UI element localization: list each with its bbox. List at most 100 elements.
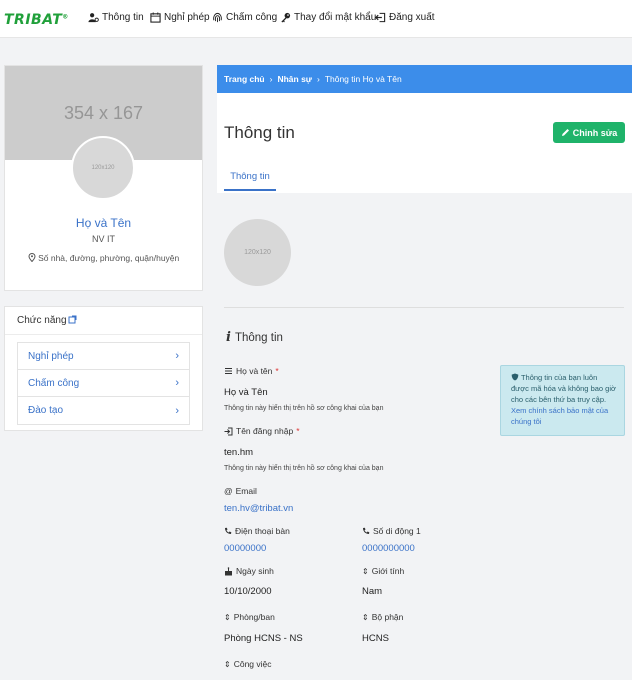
breadcrumb: Trang chủ › Nhân sự › Thông tin Họ và Tê…	[217, 65, 632, 93]
desk-phone-label-text: Điện thoại bàn	[235, 526, 290, 536]
tab-info[interactable]: Thông tin	[224, 163, 276, 191]
login-icon	[224, 427, 233, 435]
list-icon	[225, 368, 232, 374]
nav-item-label: Chấm công	[226, 12, 278, 23]
desk-phone-value[interactable]: 00000000	[224, 543, 266, 554]
mobile-value[interactable]: 0000000000	[362, 543, 415, 554]
desk-phone-label: Điện thoại bàn	[224, 526, 290, 536]
divider	[5, 334, 202, 335]
email-label-text: Email	[235, 486, 257, 496]
functions-title: Chức năng	[17, 315, 77, 326]
function-item-label: Đào tạo	[28, 405, 64, 416]
nav-item-label: Nghỉ phép	[164, 12, 210, 23]
department-label: ⇕ Bộ phận	[362, 612, 403, 622]
birthday-label: Ngày sinh	[224, 566, 274, 576]
tribat-logo[interactable]: TRIBAT®	[4, 12, 69, 28]
department-value: HCNS	[362, 633, 389, 644]
job-label: ⇕ Công việc	[224, 659, 272, 669]
nav-item-leave[interactable]: Nghỉ phép	[150, 12, 210, 23]
breadcrumb-separator: ›	[269, 74, 273, 84]
room-label-text: Phòng/ban	[233, 612, 275, 622]
function-item-timekeeping[interactable]: Chấm công ›	[18, 370, 189, 397]
sort-icon: ⇕	[362, 612, 369, 622]
breadcrumb-section[interactable]: Nhân sự	[277, 74, 312, 84]
section-title: i Thông tin	[226, 330, 283, 345]
logout-icon	[375, 12, 386, 23]
at-icon: @	[224, 486, 233, 496]
mobile-label: Số di động 1	[362, 526, 421, 536]
profile-role: NV IT	[91, 234, 115, 244]
functions-title-text: Chức năng	[17, 315, 67, 326]
phone-icon	[363, 527, 370, 534]
nav-item-label: Đăng xuất	[389, 12, 435, 23]
top-navbar: TRIBAT® Thông tin Nghỉ phép Chấm công Th…	[0, 0, 632, 38]
functions-list: Nghỉ phép › Chấm công › Đào tạo ›	[17, 342, 190, 425]
username-hint: Thông tin này hiển thị trên hồ sơ công k…	[224, 465, 384, 472]
nav-item-change-password[interactable]: Thay đổi mật khẩu	[280, 12, 376, 23]
info-icon: i	[226, 330, 231, 345]
required-mark: *	[296, 426, 300, 436]
sort-icon: ⇕	[224, 659, 231, 669]
full-name-label-text: Họ và tên	[236, 366, 273, 376]
breadcrumb-home[interactable]: Trang chủ	[224, 74, 265, 84]
nav-item-profile[interactable]: Thông tin	[88, 12, 144, 23]
functions-card: Chức năng Nghỉ phép › Chấm công › Đào tạo ›	[4, 306, 203, 431]
mobile-label-text: Số di động 1	[373, 526, 421, 536]
department-label-text: Bộ phận	[371, 612, 404, 622]
nav-item-timekeeping[interactable]: Chấm công	[212, 12, 277, 23]
email-label: @ Email	[224, 486, 257, 496]
map-marker-icon	[28, 252, 36, 263]
birthday-cake-icon	[225, 566, 232, 575]
chevron-right-icon: ›	[175, 350, 179, 362]
nav-item-label: Thông tin	[102, 12, 144, 23]
user-gear-icon	[88, 13, 99, 23]
function-item-training[interactable]: Đào tạo ›	[18, 397, 189, 424]
birthday-value: 10/10/2000	[224, 586, 272, 597]
breadcrumb-separator: ›	[316, 74, 320, 84]
birthday-label-text: Ngày sinh	[236, 566, 274, 576]
privacy-notice: Thông tin của bạn luôn được mã hóa và kh…	[500, 365, 625, 436]
nav-item-logout[interactable]: Đăng xuất	[375, 12, 435, 23]
profile-address: Số nhà, đường, phường, quận/huyện	[5, 252, 202, 263]
privacy-notice-text: Thông tin của bạn luôn được mã hóa và kh…	[511, 373, 616, 404]
function-item-label: Nghỉ phép	[28, 350, 74, 362]
key-icon	[281, 12, 291, 23]
fingerprint-icon	[213, 12, 222, 23]
breadcrumb-current: Thông tin Họ và Tên	[324, 74, 402, 84]
chevron-right-icon: ›	[175, 404, 179, 417]
gender-label-text: Giới tính	[371, 566, 405, 576]
full-name-value: Họ và Tên	[224, 387, 268, 398]
gender-value: Nam	[362, 586, 383, 597]
username-label-text: Tên đăng nhập	[236, 426, 294, 436]
edit-button-label: Chỉnh sửa	[572, 127, 618, 138]
room-value: Phòng HCNS - NS	[224, 633, 303, 644]
main-header-panel: Thông tin Chỉnh sửa Thông tin	[217, 93, 632, 193]
job-label-text: Công việc	[233, 659, 272, 669]
external-link-icon	[68, 315, 77, 324]
function-item-leave[interactable]: Nghỉ phép ›	[18, 343, 189, 370]
profile-address-text: Số nhà, đường, phường, quận/huyện	[38, 253, 180, 263]
profile-card: 354 x 167 120x120 Họ và Tên NV IT Số nhà…	[4, 65, 203, 291]
privacy-policy-link[interactable]: Xem chính sách bảo mật của chúng tôi	[511, 406, 608, 426]
section-title-text: Thông tin	[234, 331, 283, 344]
nav-item-label: Thay đổi mật khẩu	[294, 12, 377, 23]
function-item-label: Chấm công	[28, 377, 80, 389]
username-label: Tên đăng nhập *	[224, 426, 300, 436]
profile-name[interactable]: Họ và Tên	[5, 216, 202, 230]
avatar: 120x120	[71, 136, 135, 200]
profile-avatar-large[interactable]: 120x120	[224, 219, 291, 286]
chevron-right-icon: ›	[175, 377, 179, 389]
pencil-icon	[561, 129, 569, 136]
full-name-label: Họ và tên *	[224, 366, 279, 376]
required-mark: *	[275, 366, 279, 376]
page-title: Thông tin	[224, 123, 295, 142]
room-label: ⇕ Phòng/ban	[224, 612, 275, 622]
calendar-icon	[150, 12, 161, 23]
shield-icon	[511, 373, 519, 381]
phone-icon	[225, 527, 232, 534]
gender-label: ⇕ Giới tính	[362, 566, 404, 576]
edit-button[interactable]: Chỉnh sửa	[553, 122, 625, 143]
sort-icon: ⇕	[224, 612, 231, 622]
divider	[224, 307, 624, 308]
email-value[interactable]: ten.hv@tribat.vn	[224, 503, 293, 514]
